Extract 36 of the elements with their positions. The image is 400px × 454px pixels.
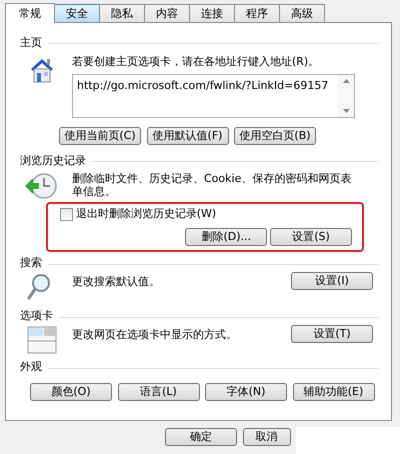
tab[interactable]: 隐私 [99,4,145,22]
button[interactable]: 辅助功能(E) [292,382,374,400]
button[interactable]: 使用默认值(F) [146,127,228,146]
scroll-down-icon [342,109,350,114]
tab-window-icon [26,324,58,354]
button[interactable]: 颜色(O) [30,382,112,400]
scrollbar[interactable] [338,75,354,118]
button[interactable]: 使用当前页(C) [59,127,141,146]
description-text: 删除临时文件、历史记录、Cookie、保存的密码和网页表单信息。 [72,172,352,200]
button[interactable]: 字体(N) [205,382,287,400]
tab[interactable]: 安全 [54,4,100,22]
address-field[interactable]: http://go.microsoft.com/fwlink/?LinkId=69157 [72,74,355,118]
section-heading: 浏览历史记录 [20,153,86,169]
section-heading: 主页 [20,34,42,51]
tab[interactable]: 内容 [144,4,190,22]
tab[interactable]: 程序 [234,4,280,22]
checkbox[interactable] [60,208,73,221]
section-heading: 选项卡 [20,308,53,324]
button[interactable]: 确定 [165,428,237,446]
section-heading: 搜索 [20,255,42,272]
description-text: 更改搜索默认值。 [72,274,161,290]
button[interactable]: 删除(D)... [185,228,268,246]
description-text: 更改网页在选项卡中显示的方式。 [72,327,238,344]
button[interactable]: 取消 [242,428,290,446]
tab[interactable]: 常规 [5,3,55,23]
scroll-up-icon [342,79,350,84]
button[interactable]: 语言(L) [118,382,200,400]
section-heading: 外观 [20,359,42,376]
button[interactable]: 设置(T) [291,324,373,342]
tab[interactable]: 连接 [189,4,235,22]
button[interactable]: 设置(I) [291,272,373,290]
checkbox-label: 退出时删除浏览历史记录(W) [76,206,216,222]
tab[interactable]: 高级 [279,4,325,22]
instruction-text: 若要创建主页选项卡，请在各地址行键入地址(R)。 [72,54,320,70]
button[interactable]: 设置(S) [270,228,352,246]
button[interactable]: 使用空白页(B) [234,127,316,146]
